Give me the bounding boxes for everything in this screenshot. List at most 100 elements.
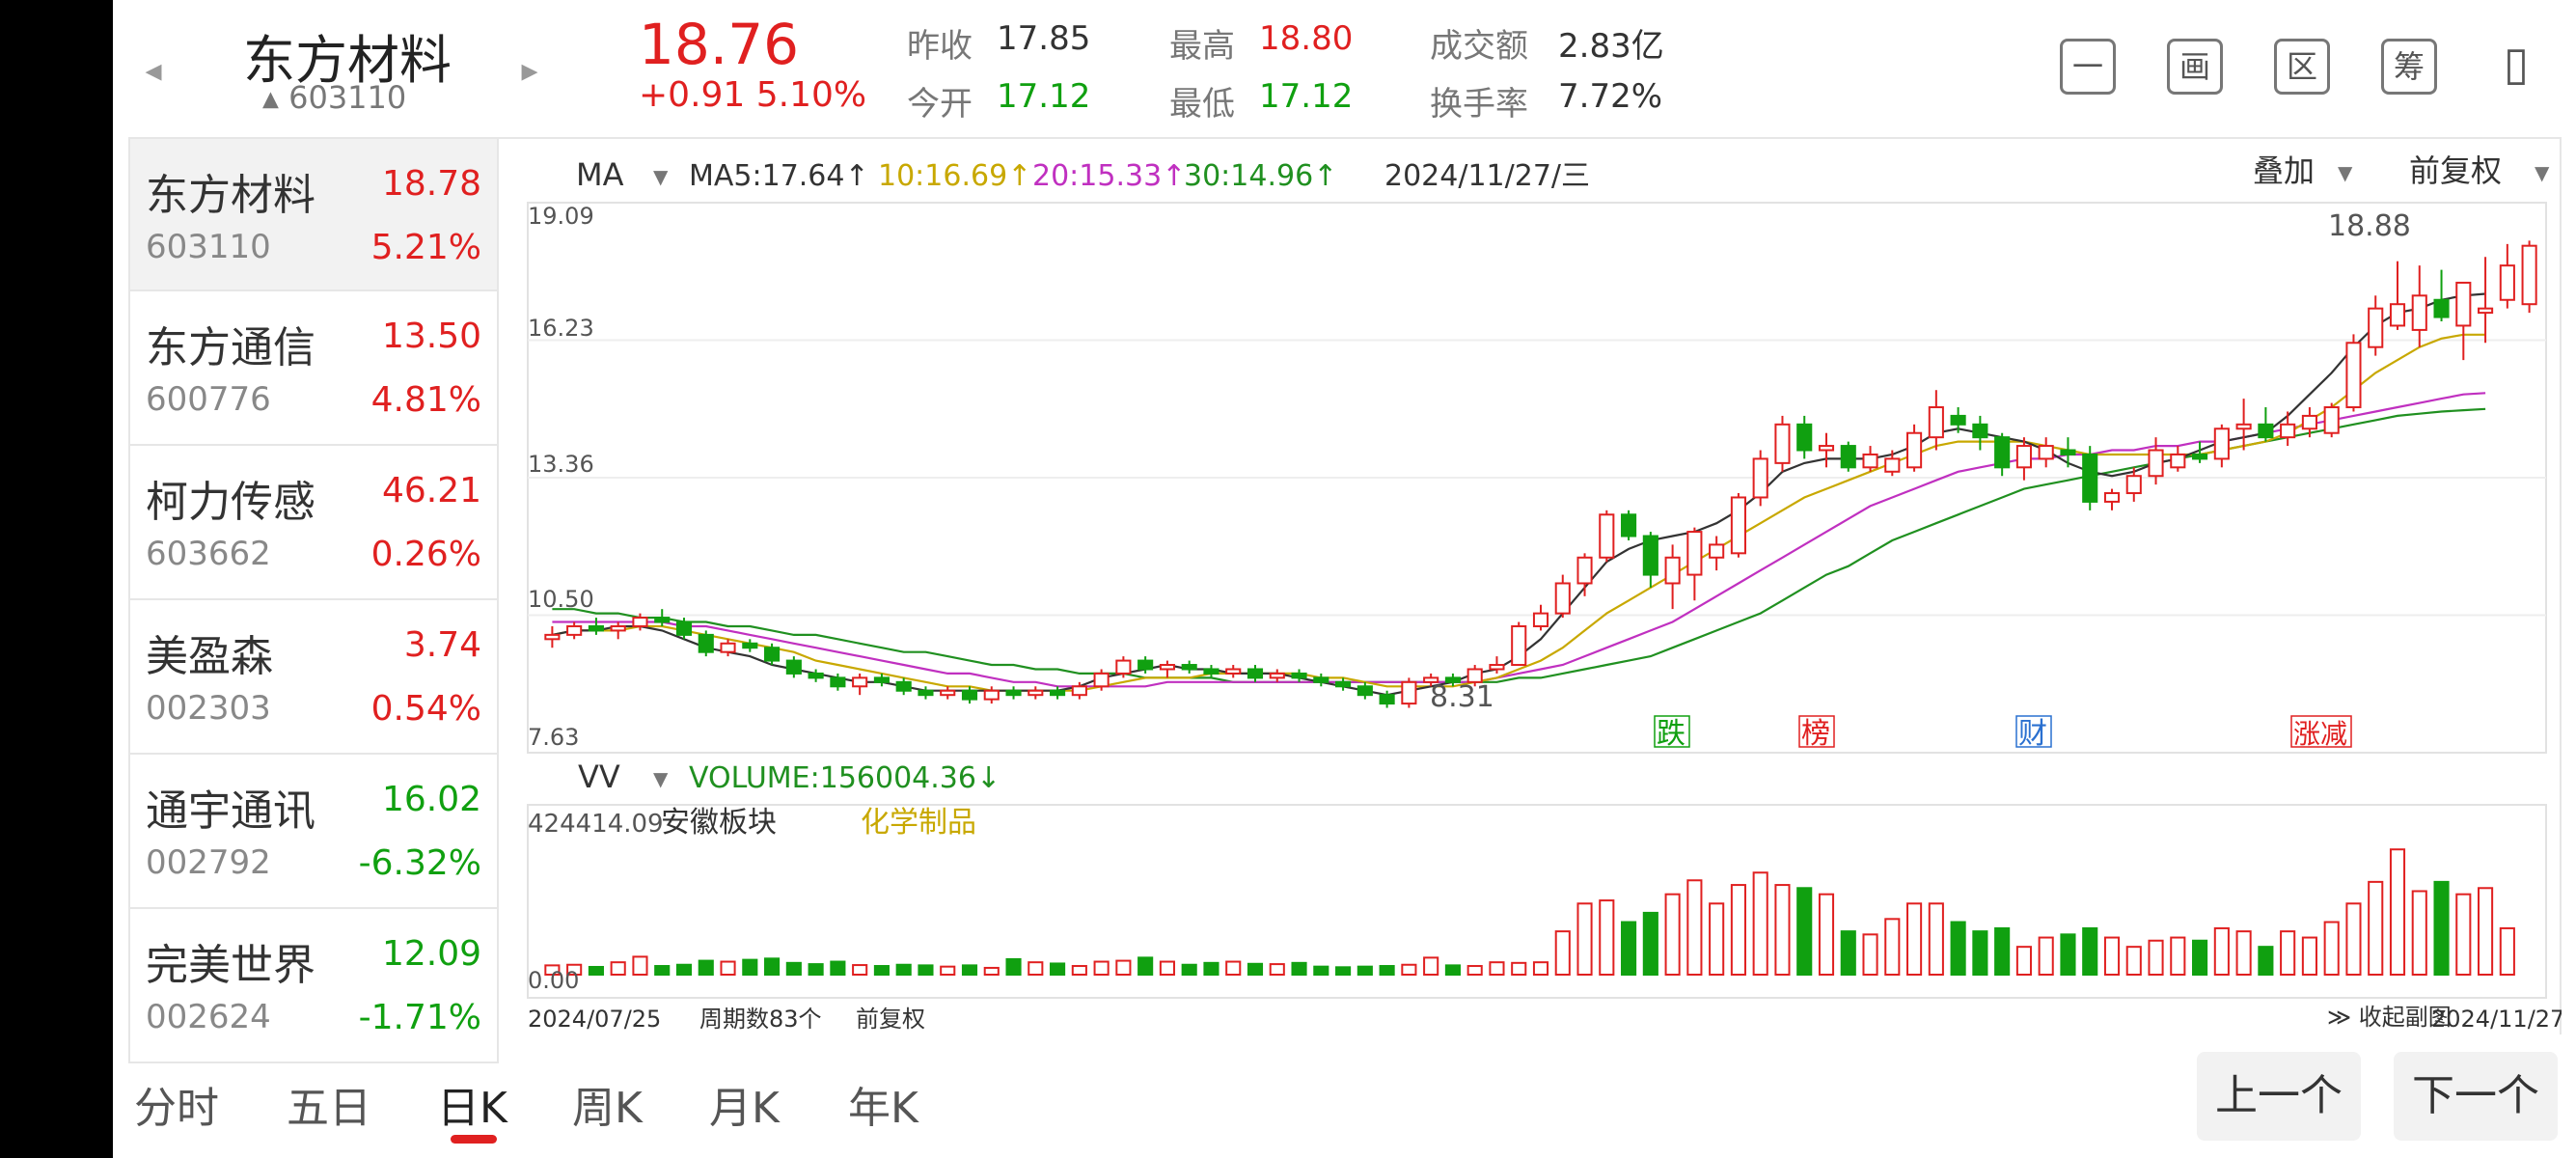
y-tick-label: 10.50	[528, 586, 594, 613]
high-value: 18.80	[1259, 19, 1354, 58]
volume-bar	[1554, 930, 1571, 976]
low-label: 最低	[1169, 85, 1235, 124]
candle	[2478, 257, 2494, 344]
candle	[1621, 510, 1637, 540]
volume-bar	[2015, 946, 2032, 976]
prev-close-label: 昨收	[907, 27, 973, 66]
volume-bar	[1466, 965, 1483, 977]
candle	[1818, 432, 1835, 468]
volume-bar	[1576, 902, 1593, 977]
event-marker-finance[interactable]: 财	[2015, 715, 2052, 751]
candle	[1774, 415, 1791, 472]
volume-bar	[1357, 965, 1373, 977]
volume-bar	[2038, 936, 2054, 977]
candle	[1576, 553, 1593, 596]
ma20-value: 20:15.33↑	[1032, 159, 1186, 193]
volume-bar	[764, 957, 781, 977]
volume-bar	[1511, 961, 1527, 977]
candle	[2521, 240, 2537, 314]
ma-dropdown-icon[interactable]: ▼	[653, 165, 669, 188]
next-stock-arrow-icon[interactable]: ▸	[510, 46, 549, 95]
volume-bar	[2389, 848, 2406, 976]
volume-bar	[873, 965, 890, 977]
volume-bar	[1159, 960, 1175, 976]
volume-bar	[1313, 965, 1329, 977]
volume-bar	[1796, 887, 1813, 976]
candle	[2323, 402, 2340, 438]
candle	[1840, 441, 1856, 472]
candle	[1599, 510, 1615, 563]
line-tool-button[interactable]: 一	[2060, 39, 2116, 95]
high-label: 最高	[1169, 27, 1235, 66]
tab-daily-k[interactable]: 日K	[437, 1073, 507, 1135]
candle	[1642, 532, 1658, 588]
candle	[2389, 261, 2406, 330]
candle	[742, 639, 758, 652]
tab-yearly-k[interactable]: 年K	[848, 1073, 918, 1135]
volume-bar	[1028, 961, 1044, 976]
sidebar-stock-item[interactable]: 通宇通讯 002792 16.02 -6.32%	[128, 755, 499, 909]
volume-bar	[720, 960, 736, 976]
event-marker-list[interactable]: 榜	[1798, 715, 1835, 751]
volume-bar	[1115, 959, 1132, 977]
tab-five-day[interactable]: 五日	[287, 1073, 371, 1135]
range-tool-button[interactable]: 区	[2274, 39, 2330, 95]
sidebar-stock-item[interactable]: 完美世界 002624 12.09 -1.71%	[128, 909, 499, 1063]
volume-bar	[1686, 879, 1703, 976]
event-marker-fall[interactable]: 跌	[1654, 715, 1690, 751]
volume-bar	[785, 961, 802, 977]
sidebar-stock-name: 柯力传感	[146, 478, 315, 527]
overlay-button[interactable]: 叠加	[2253, 152, 2315, 189]
open-label: 今开	[907, 85, 973, 124]
overlay-dropdown-icon[interactable]: ▼	[2338, 161, 2353, 184]
candle	[566, 621, 583, 640]
candle	[610, 621, 626, 640]
volume-bar	[1093, 960, 1110, 976]
volume-bar	[983, 966, 1000, 976]
period-count-label: 周期数83个	[699, 1006, 822, 1033]
candle	[940, 686, 956, 700]
volume-indicator-label[interactable]: VV	[578, 758, 620, 795]
stock-code: ▲ 603110	[262, 79, 406, 116]
next-stock-button[interactable]: 下一个	[2394, 1052, 2558, 1141]
volume-dropdown-icon[interactable]: ▼	[653, 767, 669, 790]
volume-bar	[961, 964, 978, 976]
sidebar-stock-item[interactable]: 东方材料 603110 18.78 5.21%	[128, 137, 499, 291]
volume-bar	[1181, 963, 1197, 976]
sidebar-stock-price: 18.78	[381, 164, 481, 204]
candle	[1862, 446, 1878, 472]
kline-chart[interactable]: MA ▼ MA5:17.64↑ 10:16.69↑ 20:15.33↑ 30:1…	[499, 137, 2562, 1034]
volume-bar	[2499, 926, 2515, 976]
candle	[1028, 686, 1044, 700]
rotate-screen-icon[interactable]: ▯	[2488, 39, 2544, 95]
chip-tool-button[interactable]: 筹	[2381, 39, 2437, 95]
volume-bar	[1664, 893, 1681, 976]
selected-date: 2024/11/27/三	[1384, 159, 1590, 193]
volume-bar	[2345, 902, 2362, 977]
sidebar-stock-item[interactable]: 柯力传感 603662 46.21 0.26%	[128, 446, 499, 600]
ma-indicator-label[interactable]: MA	[576, 156, 624, 193]
sidebar-stock-item[interactable]: 东方通信 600776 13.50 4.81%	[128, 291, 499, 446]
y-tick-label: 13.36	[528, 451, 594, 478]
tab-weekly-k[interactable]: 周K	[572, 1073, 643, 1135]
tab-monthly-k[interactable]: 月K	[709, 1073, 780, 1135]
tab-intraday[interactable]: 分时	[134, 1073, 219, 1135]
sidebar-stock-pct: 0.26%	[370, 535, 481, 574]
candle	[1664, 544, 1681, 610]
candle	[1884, 450, 1901, 477]
sidebar-stock-item[interactable]: 美盈森 002303 3.74 0.54%	[128, 600, 499, 755]
volume-bar	[1137, 956, 1154, 977]
sidebar-stock-price: 46.21	[381, 471, 481, 510]
prev-stock-button[interactable]: 上一个	[2197, 1052, 2361, 1141]
adjust-dropdown-icon[interactable]: ▼	[2535, 161, 2550, 184]
candle	[1225, 665, 1242, 678]
prev-stock-arrow-icon[interactable]: ◂	[134, 46, 173, 95]
sidebar-stock-pct: 5.21%	[370, 228, 481, 267]
event-marker-rise-reduce[interactable]: 涨减	[2290, 715, 2352, 750]
sector-label-1[interactable]: 安徽板块	[661, 806, 777, 840]
adjust-button[interactable]: 前复权	[2409, 152, 2502, 189]
volume-bar	[2280, 930, 2296, 976]
sector-label-2[interactable]: 化学制品	[861, 806, 976, 840]
volume-max-label: 424414.09	[528, 810, 664, 839]
draw-tool-button[interactable]: 画	[2167, 39, 2223, 95]
